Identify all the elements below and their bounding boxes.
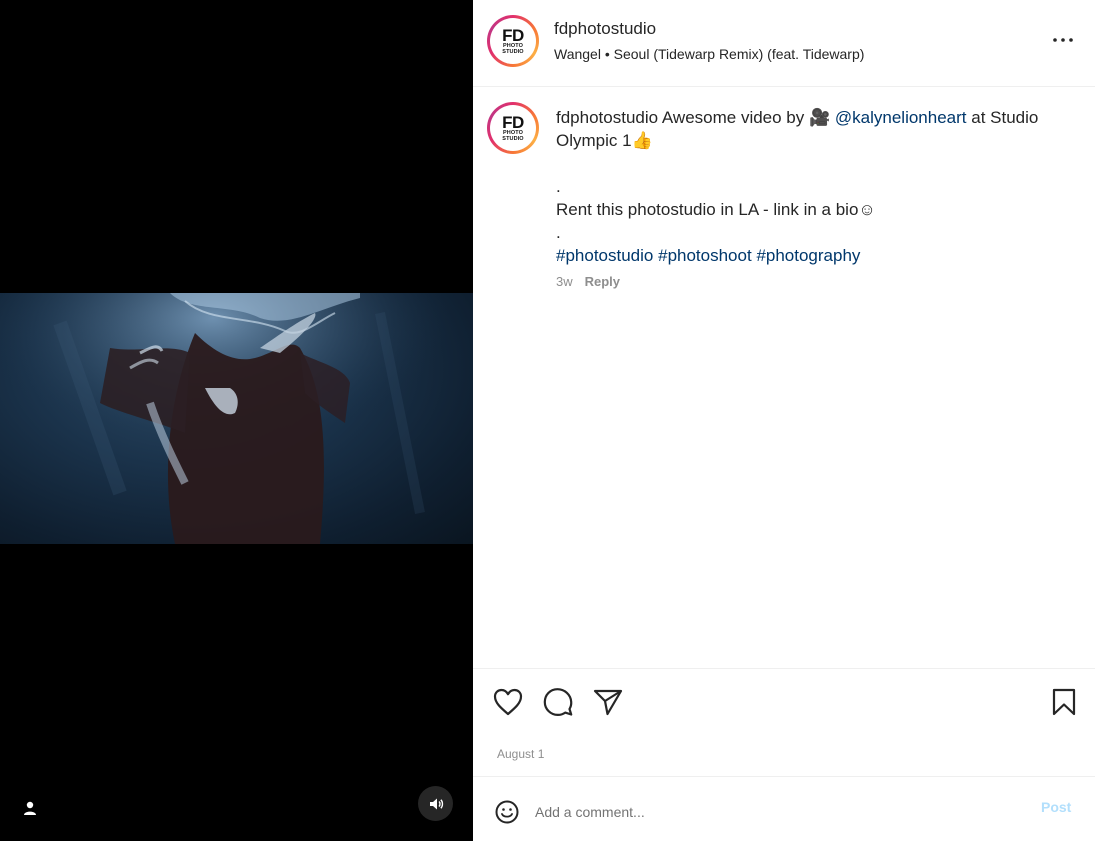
avatar-logo: FD PHOTO STUDIO	[492, 107, 534, 149]
more-options-button[interactable]	[1051, 28, 1075, 52]
mention-link[interactable]: @kalynelionheart	[835, 108, 967, 127]
comment-button[interactable]	[541, 685, 575, 719]
caption-avatar[interactable]: FD PHOTO STUDIO	[487, 102, 539, 154]
share-button[interactable]	[591, 685, 625, 719]
share-icon	[593, 689, 623, 716]
action-bar: August 1	[473, 668, 1095, 776]
avatar[interactable]: FD PHOTO STUDIO	[487, 15, 539, 67]
save-button[interactable]	[1047, 685, 1081, 719]
caption-dot: .	[556, 223, 561, 242]
hashtag-link[interactable]: #photography	[756, 246, 860, 265]
caption-meta: 3w Reply	[556, 274, 620, 289]
speaker-icon	[429, 798, 443, 809]
caption-text-part1: Awesome video by 🎥	[661, 108, 831, 127]
tagged-user-button[interactable]	[16, 794, 44, 822]
underwater-scene	[0, 293, 473, 544]
hashtag-link[interactable]: #photoshoot	[658, 246, 752, 265]
user-icon	[24, 801, 36, 815]
comment-icon	[543, 688, 573, 716]
post-details-panel: FD PHOTO STUDIO fdphotostudio Wangel • S…	[473, 0, 1095, 841]
header-username[interactable]: fdphotostudio	[554, 19, 656, 39]
post-age[interactable]: 3w	[556, 274, 573, 289]
comment-bar: Post	[473, 776, 1095, 841]
like-button[interactable]	[491, 685, 525, 719]
caption-section: FD PHOTO STUDIO fdphotostudio Awesome vi…	[473, 88, 1095, 668]
more-icon	[1053, 38, 1073, 42]
post-comment-button[interactable]: Post	[1041, 799, 1071, 815]
caption-line: Rent this photostudio in LA - link in a …	[556, 200, 876, 219]
heart-icon	[493, 688, 523, 716]
avatar-logo: FD PHOTO STUDIO	[492, 20, 534, 62]
caption-dot: .	[556, 177, 561, 196]
audio-track-link[interactable]: Wangel • Seoul (Tidewarp Remix) (feat. T…	[554, 46, 864, 62]
emoji-button[interactable]	[494, 799, 520, 825]
caption-text: fdphotostudio Awesome video by 🎥 @kalyne…	[556, 106, 1076, 267]
post-date[interactable]: August 1	[497, 747, 544, 761]
bookmark-icon	[1052, 688, 1076, 716]
video-player[interactable]	[0, 0, 473, 841]
comment-input[interactable]	[535, 799, 1015, 825]
reply-button[interactable]: Reply	[585, 274, 620, 289]
caption-username[interactable]: fdphotostudio	[556, 108, 658, 127]
video-frame[interactable]	[0, 293, 473, 544]
audio-toggle-button[interactable]	[418, 786, 453, 821]
post-header: FD PHOTO STUDIO fdphotostudio Wangel • S…	[473, 0, 1095, 87]
hashtag-link[interactable]: #photostudio	[556, 246, 653, 265]
emoji-icon	[495, 800, 519, 824]
